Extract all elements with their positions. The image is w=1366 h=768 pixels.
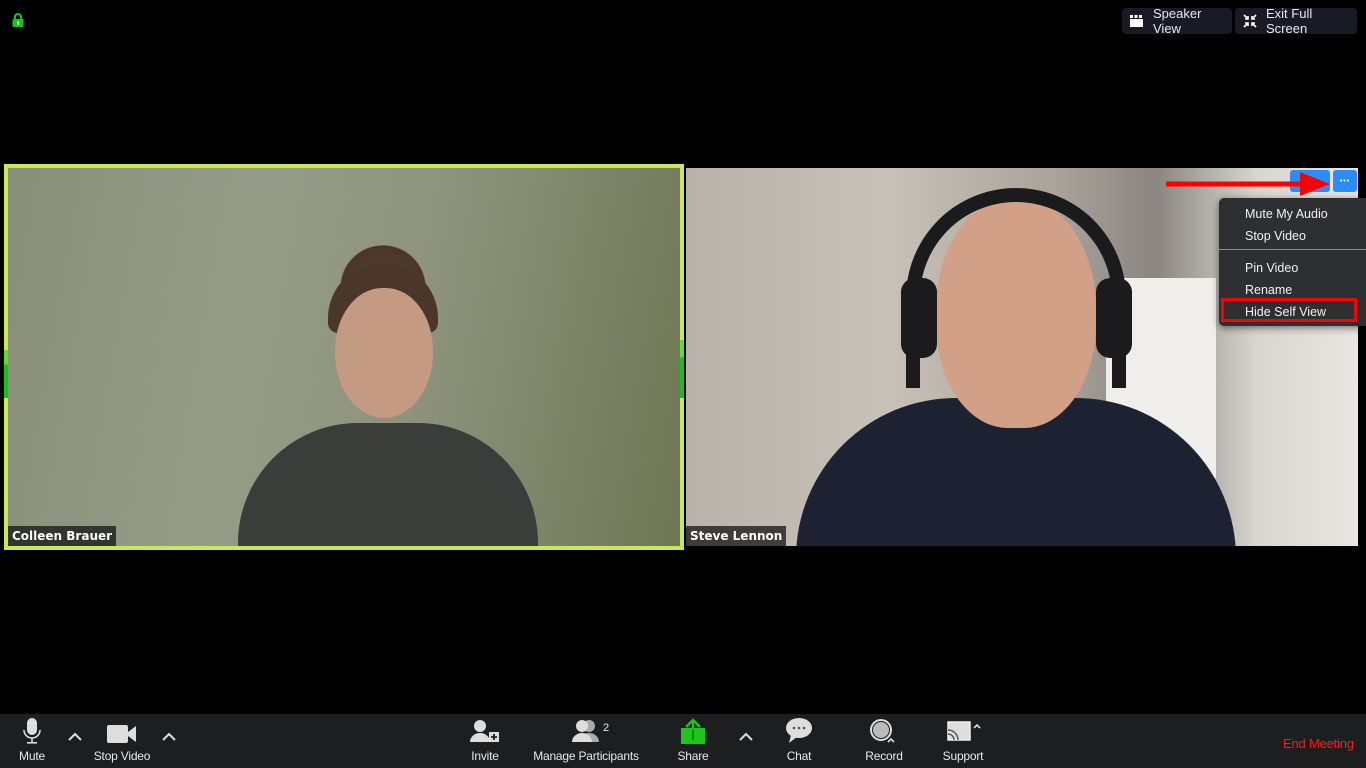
- share-screen-icon: [680, 714, 706, 744]
- manage-participants-label: Manage Participants: [533, 749, 639, 763]
- exit-full-screen-label: Exit Full Screen: [1266, 6, 1313, 36]
- video-camera-icon: [107, 714, 137, 744]
- chat-icon: [785, 714, 813, 744]
- participant-name-tag: Steve Lennon: [686, 526, 787, 546]
- support-button[interactable]: Support: [938, 714, 988, 768]
- share-options-caret-icon[interactable]: [738, 730, 754, 744]
- share-screen-button[interactable]: Share: [673, 714, 713, 768]
- speaker-view-icon: [1130, 15, 1144, 27]
- invite-button[interactable]: Invite: [465, 714, 505, 768]
- stop-video-label: Stop Video: [93, 749, 151, 763]
- manage-participants-button[interactable]: Manage Participants: [530, 714, 642, 768]
- exit-full-screen-button[interactable]: Exit Full Screen: [1235, 6, 1357, 36]
- record-button[interactable]: Record: [860, 714, 908, 768]
- record-icon: [869, 714, 899, 744]
- headphone-cup-left: [901, 278, 937, 358]
- participants-icon: [570, 714, 602, 744]
- audio-level-indicator: [680, 340, 684, 398]
- mute-label: Mute: [19, 749, 45, 763]
- video-tile-colleen[interactable]: Colleen Brauer: [4, 164, 684, 550]
- exit-full-screen-icon: [1243, 14, 1257, 28]
- menu-item-stop-video[interactable]: Stop Video: [1245, 229, 1306, 243]
- video-options-caret-icon[interactable]: [161, 730, 177, 744]
- stop-video-button[interactable]: Stop Video: [88, 714, 156, 768]
- annotation-highlight-box: [1221, 298, 1357, 322]
- invite-label: Invite: [471, 749, 499, 763]
- support-label: Support: [942, 749, 984, 763]
- participant-count-badge: 2: [603, 722, 610, 734]
- headphone-cup-right: [1096, 278, 1132, 358]
- audio-level-indicator: [4, 350, 8, 398]
- menu-item-mute-my-audio[interactable]: Mute My Audio: [1245, 207, 1328, 221]
- record-label: Record: [865, 749, 903, 763]
- invite-icon: [470, 714, 500, 744]
- menu-item-rename[interactable]: Rename: [1245, 283, 1292, 297]
- person-face: [335, 288, 433, 418]
- meeting-toolbar: Mute Stop Video Invite Manage Participan…: [0, 714, 1366, 768]
- end-meeting-button[interactable]: End Meeting: [1283, 736, 1354, 751]
- chat-button[interactable]: Chat: [779, 714, 819, 768]
- annotation-arrow: [1166, 172, 1330, 196]
- microphone-icon: [23, 714, 41, 744]
- menu-divider: [1219, 249, 1366, 250]
- speaker-view-label: Speaker View: [1153, 6, 1202, 36]
- menu-item-pin-video[interactable]: Pin Video: [1245, 261, 1298, 275]
- participant-name-tag: Colleen Brauer: [8, 526, 117, 546]
- share-label: Share: [677, 749, 709, 763]
- support-icon: [943, 714, 983, 744]
- audio-options-caret-icon[interactable]: [67, 730, 83, 744]
- speaker-view-button[interactable]: Speaker View: [1122, 6, 1232, 36]
- mute-button[interactable]: Mute: [12, 714, 52, 768]
- chat-label: Chat: [786, 749, 812, 763]
- lock-icon[interactable]: [12, 13, 24, 27]
